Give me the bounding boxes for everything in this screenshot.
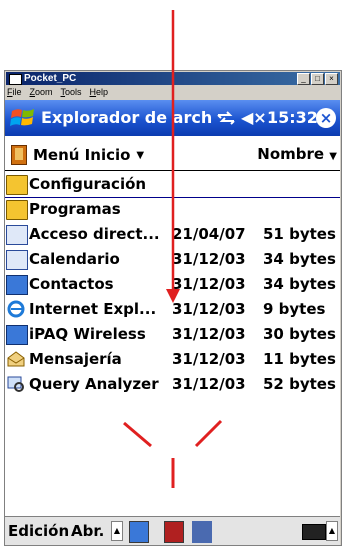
menu-file[interactable]: File: [7, 86, 22, 98]
item-name: Acceso direct...: [29, 225, 160, 243]
device-screen: Explorador de arch ◀× 15:32 × Menú Inici…: [5, 100, 340, 545]
menu-tools[interactable]: Tools: [61, 86, 82, 98]
explorer-toolbar: Menú Inicio ▼ Nombre ▼: [5, 140, 340, 171]
open-menu[interactable]: Abr.: [71, 517, 104, 545]
connectivity-icon[interactable]: [215, 108, 237, 128]
item-name: iPAQ Wireless: [29, 325, 146, 343]
calendar-icon: [6, 250, 28, 270]
item-size: 51 bytes: [263, 225, 336, 243]
list-item[interactable]: iPAQ Wireless 31/12/03 30 bytes: [5, 322, 340, 347]
windows-start-icon[interactable]: [9, 105, 37, 131]
folder-icon: [6, 200, 28, 220]
internet-explorer-icon: [7, 300, 25, 318]
item-size: 34 bytes: [263, 250, 336, 268]
item-size: 11 bytes: [263, 350, 336, 368]
pocket-pc-icon[interactable]: [129, 521, 149, 543]
messaging-icon: [7, 351, 25, 367]
item-size: 52 bytes: [263, 375, 336, 393]
sort-dropdown-label: Nombre: [257, 145, 325, 163]
close-window-button[interactable]: ×: [325, 73, 338, 85]
item-name: Contactos: [29, 275, 114, 293]
item-date: 31/12/03: [172, 325, 246, 343]
chevron-down-icon: ▼: [136, 149, 145, 161]
shortcut-icon: [6, 225, 28, 245]
list-item[interactable]: Programas: [5, 197, 340, 222]
emulator-title-bar: Pocket_PC _ □ ×: [6, 72, 340, 85]
list-item[interactable]: Acceso direct... 21/04/07 51 bytes: [5, 222, 340, 247]
scroll-left-button[interactable]: ▲: [111, 521, 123, 541]
item-date: 31/12/03: [172, 350, 246, 368]
edit-menu[interactable]: Edición: [8, 517, 69, 545]
navigation-bar: Explorador de arch ◀× 15:32 ×: [5, 100, 340, 136]
item-name: Calendario: [29, 250, 120, 268]
item-name: Mensajería: [29, 350, 122, 368]
folder-location-icon: [11, 145, 27, 165]
device-icon[interactable]: [164, 521, 184, 543]
contacts-icon: [6, 275, 28, 295]
item-size: 34 bytes: [263, 275, 336, 293]
network-icon[interactable]: [192, 521, 212, 543]
item-date: 31/12/03: [172, 250, 246, 268]
item-name: Internet Expl...: [29, 300, 157, 318]
item-name: Programas: [29, 200, 121, 218]
maximize-button[interactable]: □: [311, 73, 324, 85]
emulator-title: Pocket_PC: [24, 73, 77, 84]
input-panel-arrow-button[interactable]: ▲: [326, 521, 338, 541]
query-analyzer-icon: [7, 376, 24, 392]
sort-dropdown[interactable]: Nombre ▼: [257, 145, 337, 163]
menu-help[interactable]: Help: [90, 86, 109, 98]
wireless-icon: [6, 325, 28, 345]
item-name: Configuración: [29, 175, 147, 193]
folder-icon: [6, 175, 28, 195]
list-item[interactable]: Calendario 31/12/03 34 bytes: [5, 247, 340, 272]
item-date: 31/12/03: [172, 375, 246, 393]
speaker-muted-icon[interactable]: ◀×: [241, 100, 267, 136]
list-item[interactable]: Configuración: [5, 172, 340, 198]
clock-time[interactable]: 15:32: [267, 100, 318, 136]
keyboard-icon[interactable]: [302, 524, 326, 540]
menu-bar: Edición Abr. ▲ ▲: [5, 516, 340, 545]
item-name: Query Analyzer: [29, 375, 159, 393]
item-size: 9 bytes: [263, 300, 326, 318]
item-date: 21/04/07: [172, 225, 246, 243]
item-size: 30 bytes: [263, 325, 336, 343]
chevron-down-icon: ▼: [329, 151, 337, 162]
emulator-menu-bar: File Zoom Tools Help: [7, 86, 108, 98]
file-list: Configuración Programas Acceso direct...…: [5, 172, 340, 397]
close-button[interactable]: ×: [316, 108, 336, 128]
menu-zoom[interactable]: Zoom: [30, 86, 53, 98]
minimize-button[interactable]: _: [297, 73, 310, 85]
item-date: 31/12/03: [172, 300, 246, 318]
folder-dropdown-label: Menú Inicio: [33, 146, 131, 164]
app-window-icon: [9, 74, 22, 85]
list-item[interactable]: Contactos 31/12/03 34 bytes: [5, 272, 340, 297]
app-title: Explorador de arch: [41, 108, 213, 127]
list-item[interactable]: Mensajería 31/12/03 11 bytes: [5, 347, 340, 372]
list-item[interactable]: Internet Expl... 31/12/03 9 bytes: [5, 297, 340, 322]
item-date: 31/12/03: [172, 275, 246, 293]
list-item[interactable]: Query Analyzer 31/12/03 52 bytes: [5, 372, 340, 397]
folder-dropdown[interactable]: Menú Inicio ▼: [11, 145, 144, 165]
